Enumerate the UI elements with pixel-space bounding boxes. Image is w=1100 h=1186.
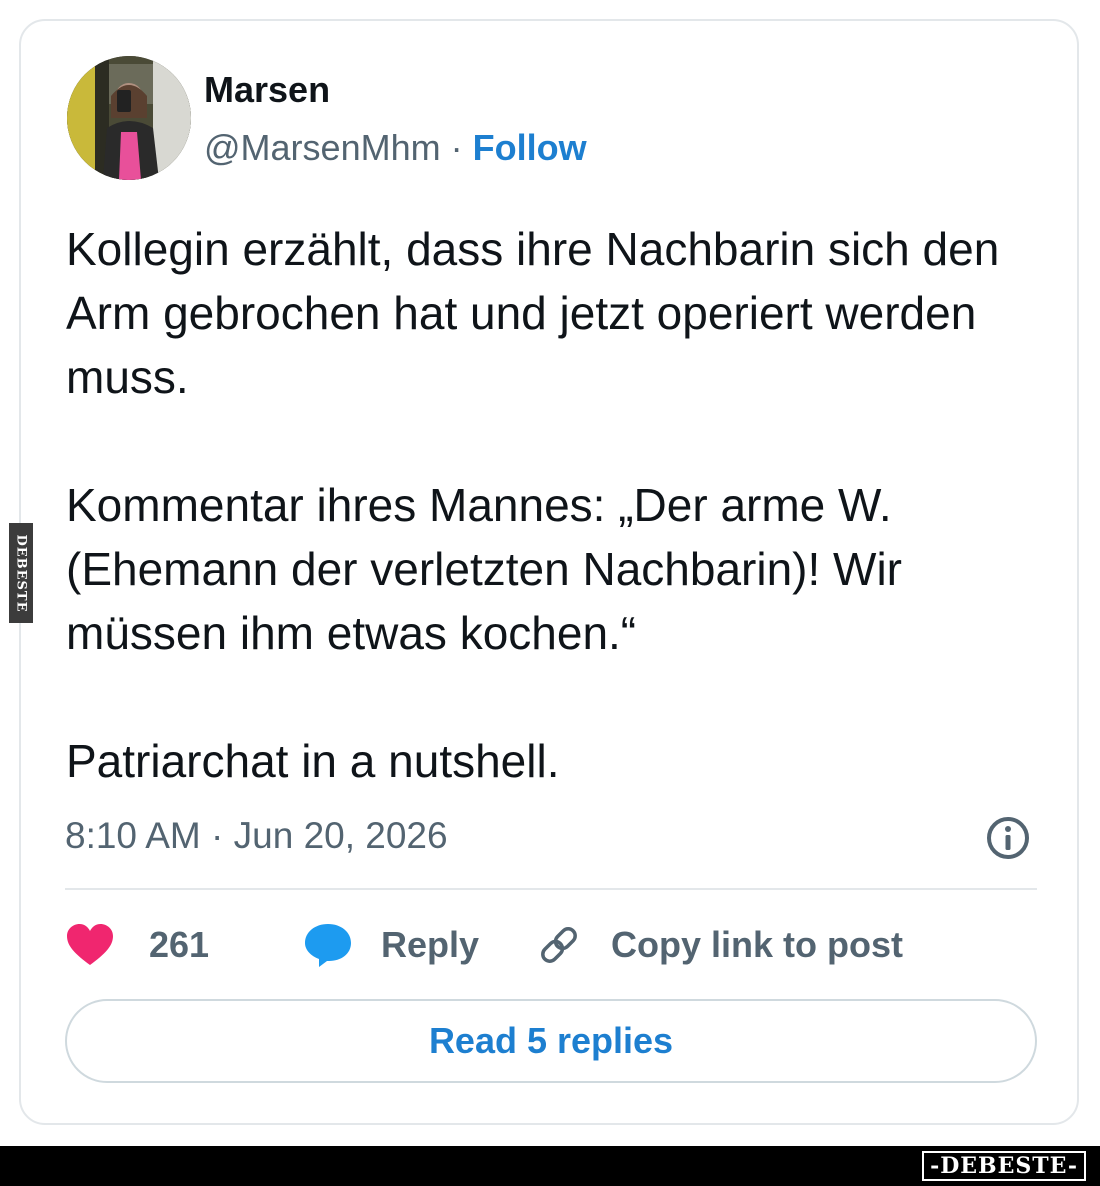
info-icon[interactable]	[985, 815, 1031, 861]
tweet-text: Kollegin erzählt, dass ihre Nachbarin si…	[66, 217, 1056, 793]
link-icon	[541, 927, 577, 963]
heart-icon	[67, 924, 113, 965]
tweet-paragraph: Patriarchat in a nutshell.	[66, 735, 560, 787]
copy-link-button[interactable]: Copy link to post	[535, 921, 955, 969]
author-handle-line: @MarsenMhm · Follow	[204, 127, 587, 169]
copy-link-label: Copy link to post	[611, 924, 903, 965]
side-watermark-text: DEBESTE	[13, 533, 29, 613]
reply-button[interactable]: Reply	[303, 921, 483, 969]
avatar-photo	[67, 56, 191, 180]
tweet-paragraph: Kommentar ihres Mannes: „Der arme W. (Eh…	[66, 479, 902, 659]
like-count: 261	[149, 924, 210, 965]
tweet-timestamp[interactable]: 8:10 AM · Jun 20, 2026	[65, 815, 448, 857]
handle-separator: ·	[440, 127, 473, 168]
avatar[interactable]	[67, 56, 191, 180]
tweet-paragraph: Kollegin erzählt, dass ihre Nachbarin si…	[66, 223, 1000, 403]
side-watermark: DEBESTE	[9, 523, 33, 623]
read-replies-button[interactable]: Read 5 replies	[65, 999, 1037, 1083]
author-name[interactable]: Marsen	[204, 69, 330, 111]
bottom-bar: -DEBESTE-	[0, 1146, 1100, 1186]
follow-button[interactable]: Follow	[473, 127, 587, 168]
bottom-watermark: -DEBESTE-	[922, 1151, 1086, 1181]
speech-bubble-icon	[305, 924, 351, 967]
reply-label: Reply	[381, 924, 480, 965]
author-handle[interactable]: @MarsenMhm	[204, 127, 441, 168]
divider	[65, 888, 1037, 890]
tweet-actions: 261 Reply Copy link to post	[65, 921, 1045, 969]
tweet-card: Marsen @MarsenMhm · Follow Kollegin erzä…	[19, 19, 1079, 1125]
like-button[interactable]: 261	[65, 921, 235, 969]
